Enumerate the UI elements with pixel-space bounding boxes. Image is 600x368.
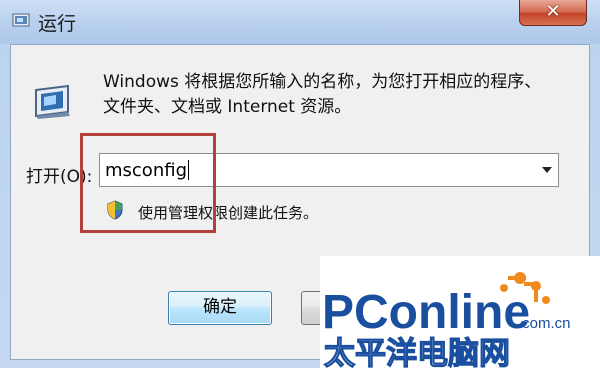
- close-icon: ✕: [545, 1, 561, 22]
- description-line-1: Windows 将根据您所输入的名称，为您打开相应的程序、: [103, 72, 542, 92]
- watermark-brand: PConline: [322, 286, 530, 339]
- dialog-description: Windows 将根据您所输入的名称，为您打开相应的程序、 文件夹、文档或 In…: [103, 70, 573, 120]
- title-bar[interactable]: 运行 ✕: [0, 0, 600, 44]
- run-dialog-window: 运行 ✕ Windows 将根据您所输入的名称，为您打开相应的程序、 文件夹、文…: [0, 0, 600, 368]
- run-title-icon: [12, 13, 30, 27]
- description-line-2: 文件夹、文档或 Internet 资源。: [103, 97, 352, 117]
- run-icon: [35, 84, 70, 119]
- dropdown-arrow-icon[interactable]: [542, 167, 552, 173]
- ok-button[interactable]: 确定: [168, 291, 272, 325]
- annotation-highlight-box: [80, 133, 216, 233]
- close-button[interactable]: ✕: [519, 0, 587, 26]
- watermark-domain: .com.cn: [518, 315, 571, 332]
- pconline-logo: PConline .com.cn 太平洋电脑网: [322, 272, 571, 368]
- watermark-chinese: 太平洋电脑网: [324, 336, 510, 368]
- pconline-watermark: PConline .com.cn 太平洋电脑网: [320, 256, 600, 368]
- window-title: 运行: [38, 13, 77, 35]
